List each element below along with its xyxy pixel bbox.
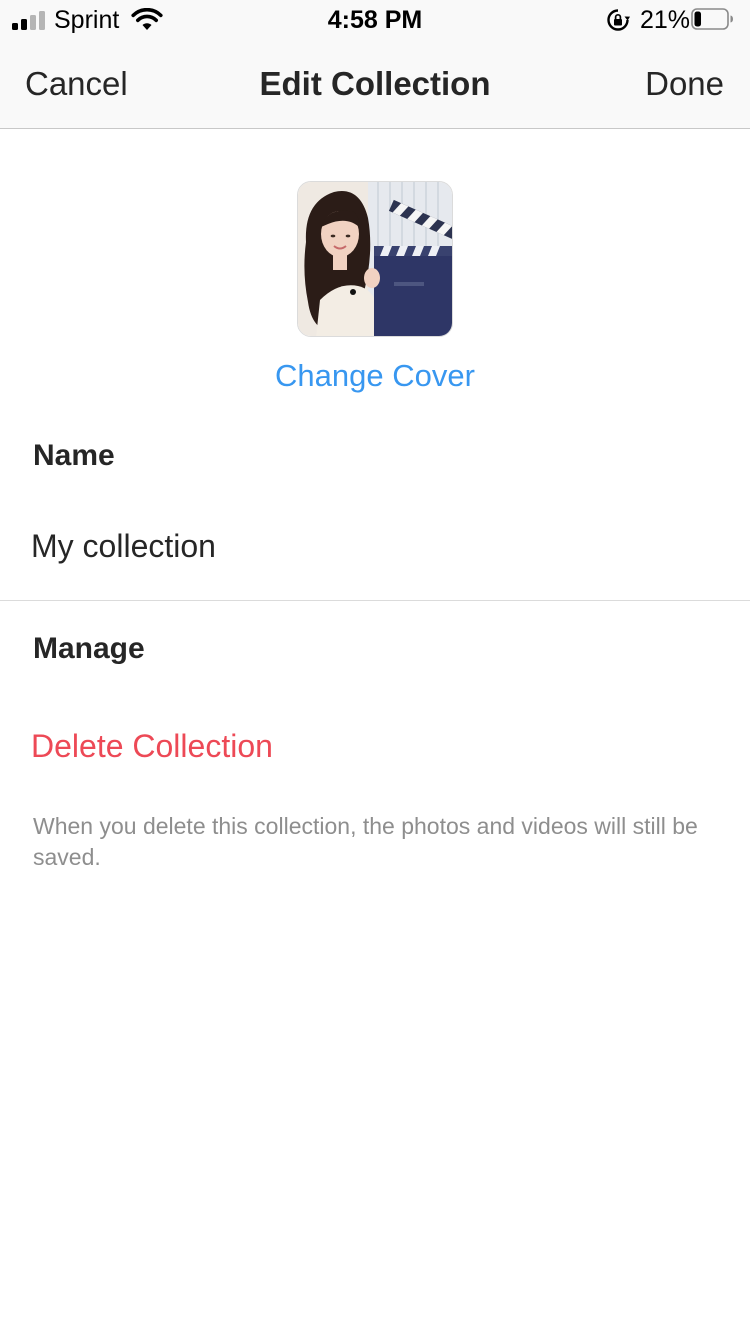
cancel-button[interactable]: Cancel: [25, 62, 128, 106]
name-section-label: Name: [33, 439, 115, 472]
battery-percent: 21%: [640, 6, 691, 34]
delete-collection-button[interactable]: Delete Collection: [31, 724, 273, 768]
collection-cover-image[interactable]: [297, 181, 453, 337]
collection-name-input[interactable]: [31, 524, 721, 568]
section-divider: [0, 600, 750, 601]
change-cover-link-row: Change Cover: [0, 356, 750, 396]
battery-icon: [691, 8, 733, 30]
change-cover-button[interactable]: Change Cover: [275, 358, 475, 393]
manage-section-label: Manage: [33, 632, 145, 665]
orientation-lock-icon: [607, 9, 630, 31]
done-button[interactable]: Done: [645, 62, 724, 106]
status-time: 4:58 PM: [327, 6, 423, 34]
navigation-bar: Cancel Edit Collection Done: [0, 40, 750, 129]
status-bar: Sprint 4:58 PM 21%: [0, 0, 750, 40]
delete-note: When you delete this collection, the pho…: [33, 813, 698, 870]
